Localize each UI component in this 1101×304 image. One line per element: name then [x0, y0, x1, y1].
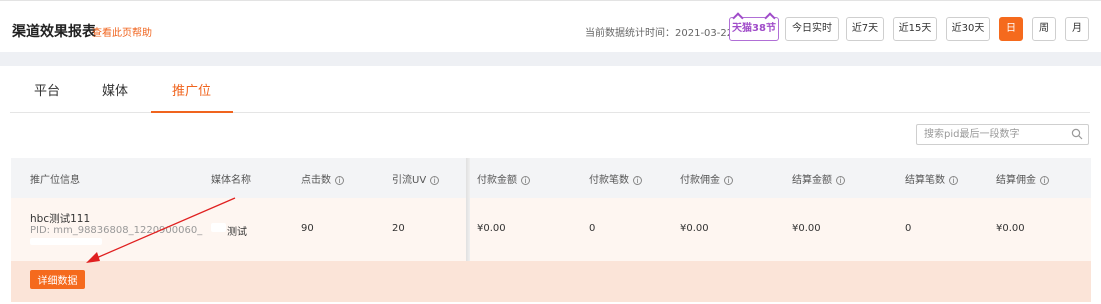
- tab-media[interactable]: 媒体: [102, 80, 128, 99]
- detail-data-button[interactable]: 详细数据: [30, 270, 85, 289]
- col-header-settle-amount-label: 结算金额: [792, 175, 832, 186]
- info-icon[interactable]: i: [949, 176, 958, 185]
- col-header-settle-commission-label: 结算佣金: [996, 175, 1036, 186]
- active-tab-indicator: [151, 111, 233, 113]
- info-icon[interactable]: i: [724, 176, 733, 185]
- info-icon[interactable]: i: [1040, 176, 1049, 185]
- range-month-button[interactable]: 月: [1065, 17, 1089, 41]
- stat-time-value: 2021-03-22: [675, 28, 734, 39]
- pid-search-input[interactable]: [917, 125, 1067, 144]
- range-30d-button[interactable]: 近30天: [946, 17, 990, 41]
- col-header-settle-amount: 结算金额 i: [792, 171, 845, 186]
- col-header-settle-commission: 结算佣金 i: [996, 171, 1049, 186]
- media-name: 测试: [227, 227, 247, 238]
- col-header-pay-commission: 付款佣金 i: [680, 171, 733, 186]
- search-icon[interactable]: [1071, 128, 1083, 140]
- row-detail-bar: 详细数据: [11, 261, 1091, 302]
- col-header-settle-count-label: 结算笔数: [905, 175, 945, 186]
- stat-time: 当前数据统计时间：2021-03-22: [585, 24, 733, 39]
- uv-value: 20: [392, 223, 405, 234]
- tab-promo-position[interactable]: 推广位: [172, 80, 211, 99]
- column-divider: [466, 158, 470, 261]
- col-header-pay-count: 付款笔数 i: [589, 171, 642, 186]
- settle-amount-value: ¥0.00: [792, 223, 821, 234]
- col-header-pay-amount: 付款金额 i: [477, 171, 530, 186]
- page-title: 渠道效果报表: [12, 24, 96, 40]
- pay-commission-value: ¥0.00: [680, 223, 709, 234]
- range-7d-button[interactable]: 近7天: [846, 17, 884, 41]
- col-header-uv-label: 引流UV: [392, 175, 427, 186]
- col-header-pay-commission-label: 付款佣金: [680, 175, 720, 186]
- col-header-pay-amount-label: 付款金额: [477, 175, 517, 186]
- table-header: 推广位信息 媒体名称 点击数 i 引流UV i 付款金额 i 付款笔数 i 付款佣金 i …: [11, 158, 1091, 198]
- report-panel: 平台 媒体 推广位 推广位信息 媒体名称 点击数i 引流UVi 付款金额i 付款…: [0, 66, 1101, 304]
- settle-count-value: 0: [905, 223, 912, 234]
- info-icon[interactable]: i: [335, 176, 344, 185]
- help-link[interactable]: 查看此页帮助: [92, 24, 152, 39]
- report-header: 渠道效果报表 查看此页帮助 当前数据统计时间：2021-03-22 天猫38节 …: [0, 0, 1101, 52]
- col-header-pay-count-label: 付款笔数: [589, 175, 629, 186]
- col-header-uv: 引流UV i: [392, 171, 440, 186]
- promo-badge-logo: 天猫38节: [729, 17, 779, 41]
- stat-time-label: 当前数据统计时间：: [585, 28, 675, 39]
- range-day-button[interactable]: 日: [999, 17, 1023, 41]
- position-pid: PID: mm_98836808_1220900060_: [30, 225, 203, 236]
- tab-bar: 平台 媒体 推广位: [10, 66, 1090, 113]
- range-today-button[interactable]: 今日实时: [785, 17, 839, 41]
- info-icon[interactable]: i: [430, 176, 440, 185]
- col-header-clicks: 点击数 i: [301, 171, 344, 186]
- col-header-settle-count: 结算笔数 i: [905, 171, 958, 186]
- col-header-clicks-label: 点击数: [301, 175, 331, 186]
- redaction-mask: [30, 238, 102, 245]
- col-header-position-info: 推广位信息: [30, 175, 80, 186]
- tab-platform[interactable]: 平台: [34, 80, 60, 99]
- settle-commission-value: ¥0.00: [996, 223, 1025, 234]
- position-name: hbc测试111: [30, 213, 91, 225]
- range-week-button[interactable]: 周: [1032, 17, 1056, 41]
- pay-amount-value: ¥0.00: [477, 223, 506, 234]
- table-row: hbc测试111 PID: mm_98836808_1220900060_ 测试…: [11, 198, 1091, 261]
- pid-search: [916, 124, 1089, 145]
- info-icon[interactable]: i: [836, 176, 845, 185]
- info-icon[interactable]: i: [633, 176, 642, 185]
- range-15d-button[interactable]: 近15天: [893, 17, 937, 41]
- pay-count-value: 0: [589, 223, 596, 234]
- clicks-value: 90: [301, 223, 314, 234]
- report-table: 推广位信息 媒体名称 点击数 i 引流UV i 付款金额 i 付款笔数 i 付款佣金 i …: [11, 158, 1091, 302]
- info-icon[interactable]: i: [521, 176, 530, 185]
- redaction-mask: [211, 223, 226, 232]
- col-header-media-name: 媒体名称: [211, 175, 251, 186]
